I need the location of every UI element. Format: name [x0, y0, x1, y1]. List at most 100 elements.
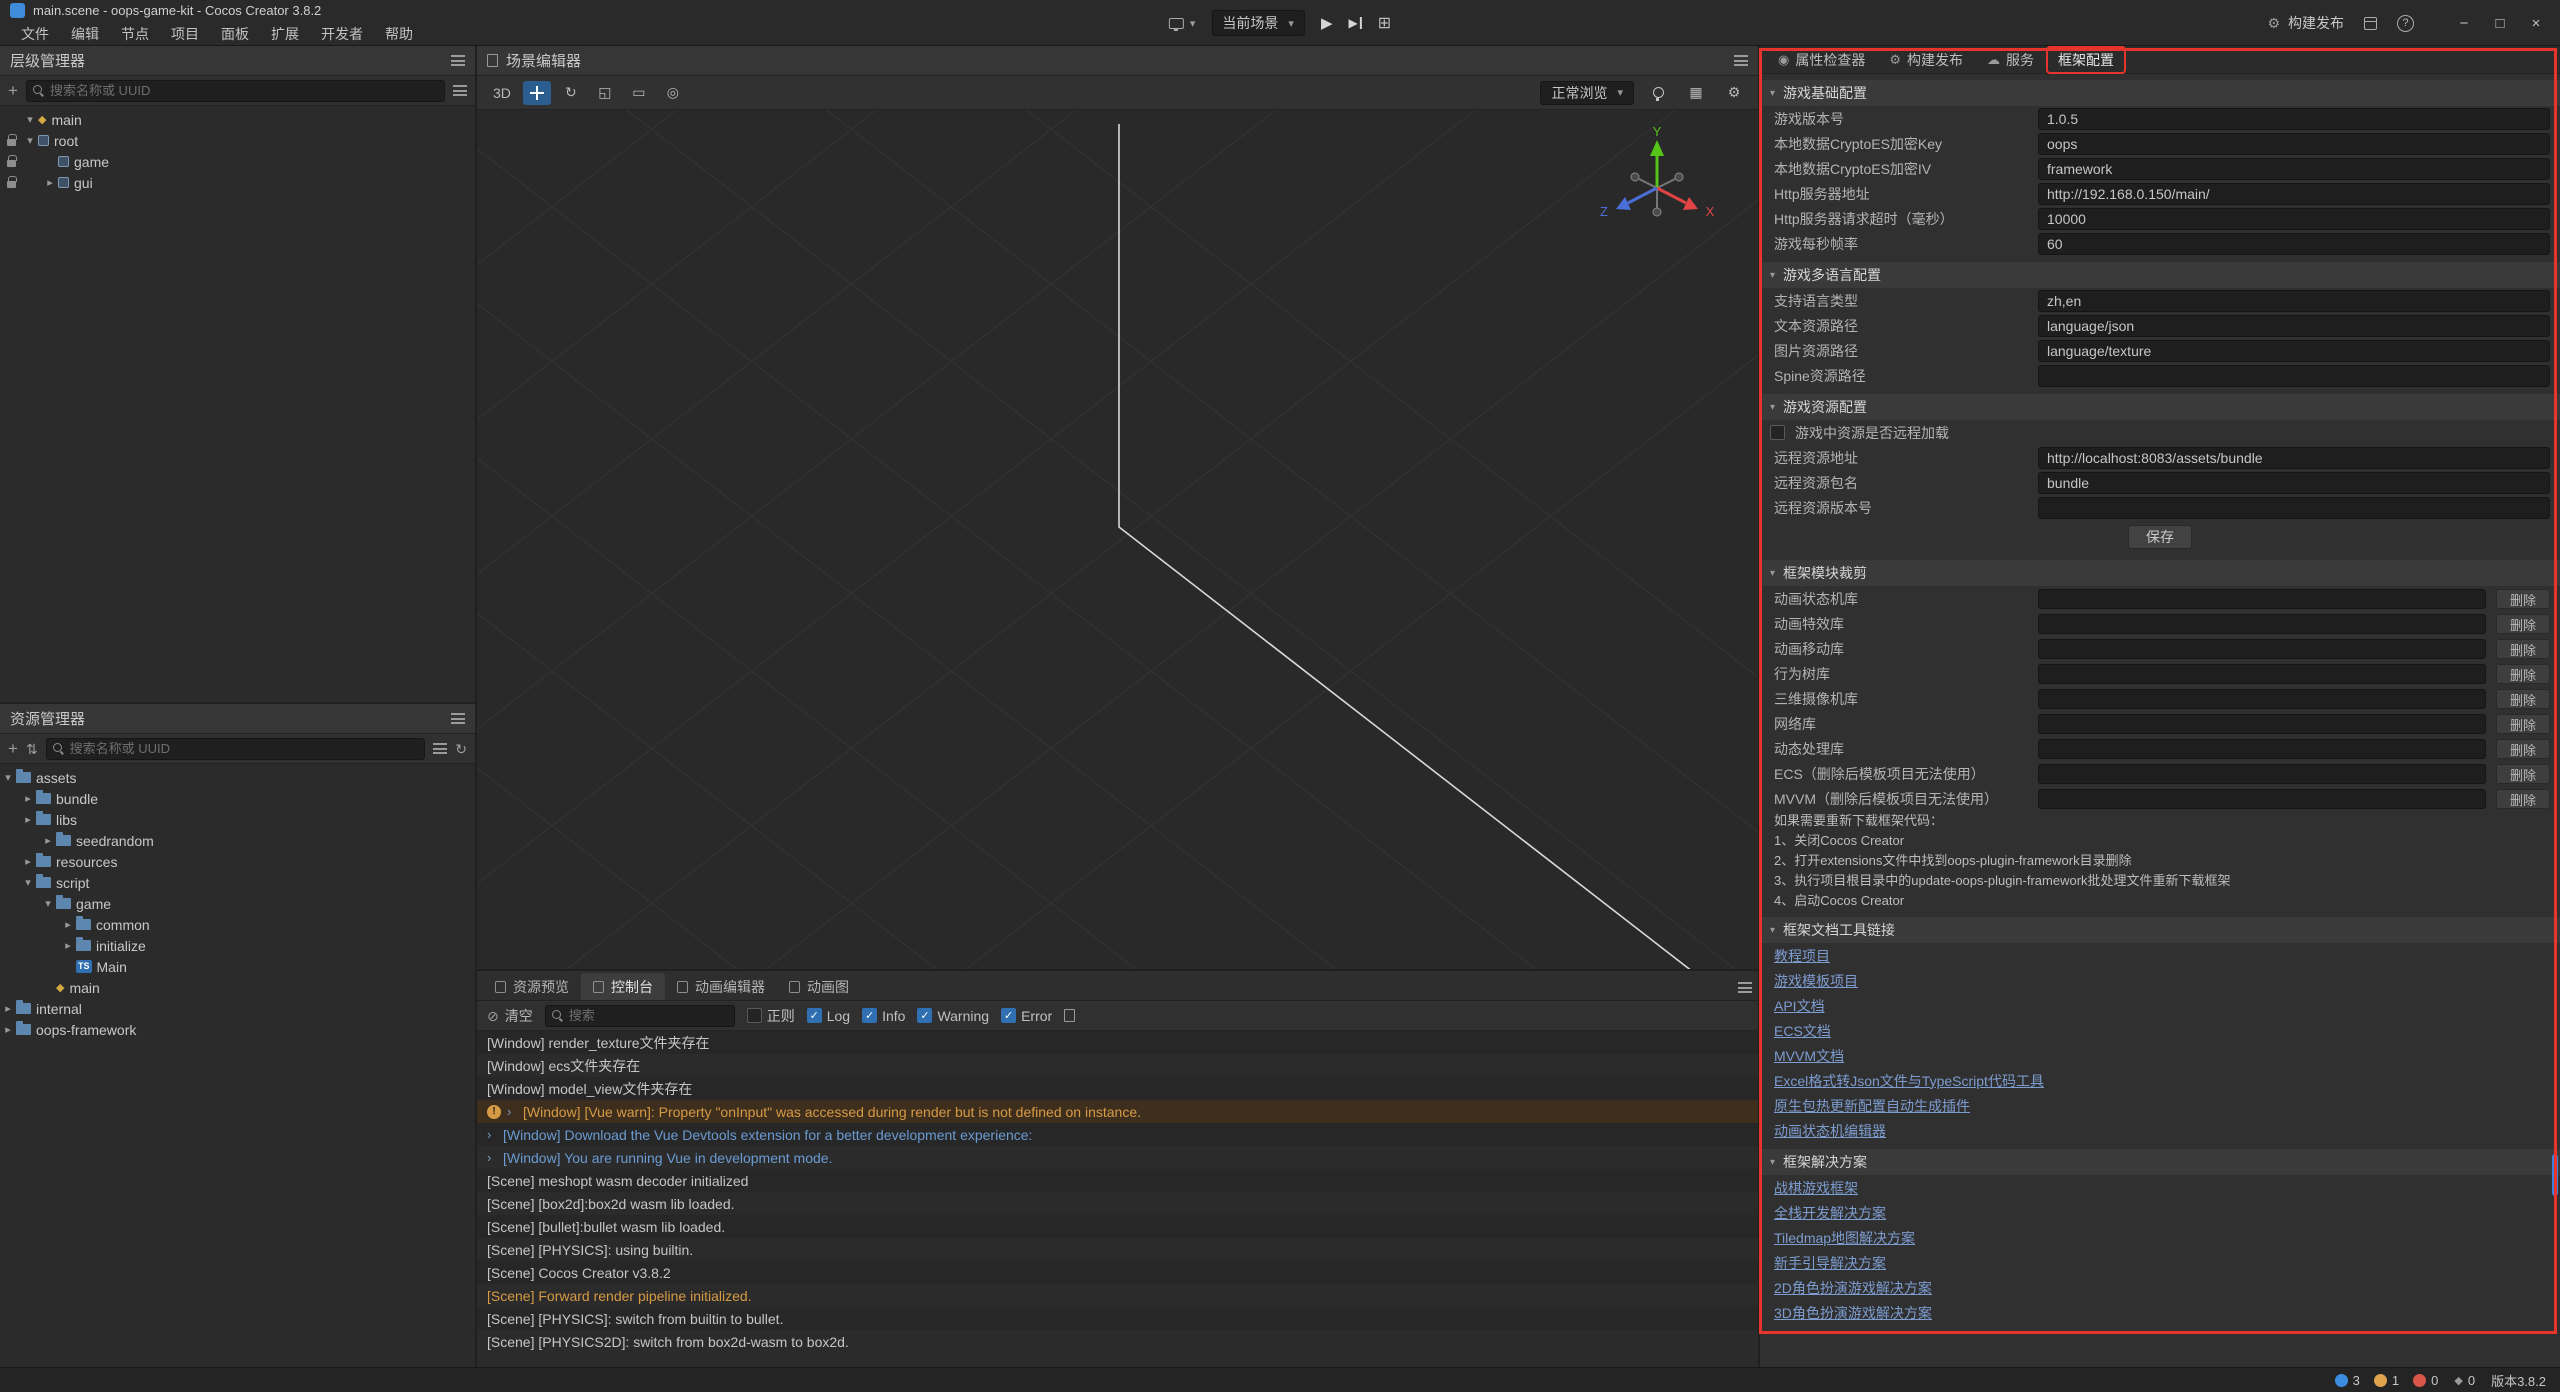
warning-count[interactable]: 1 [2374, 1373, 2399, 1388]
tree-row[interactable]: ▸gui [0, 172, 475, 193]
console-log-row[interactable]: [Window] model_view文件夹存在 [477, 1077, 1758, 1100]
scene-viewport[interactable]: Y X Z [477, 110, 1758, 969]
tree-row[interactable]: ▾root [0, 130, 475, 151]
tree-row[interactable]: TSMain [0, 956, 475, 977]
filter-checkbox[interactable]: ✓ [917, 1008, 932, 1023]
delete-module-button[interactable]: 删除 [2496, 589, 2550, 609]
tree-row[interactable]: ▸common [0, 914, 475, 935]
property-input[interactable] [2038, 158, 2550, 180]
hierarchy-search[interactable] [26, 80, 445, 102]
module-field[interactable] [2038, 789, 2486, 809]
assets-search[interactable] [46, 738, 426, 760]
chevron-right-icon[interactable]: ▸ [20, 813, 36, 826]
chevron-right-icon[interactable]: ▸ [0, 1002, 16, 1015]
tree-row[interactable]: ▸initialize [0, 935, 475, 956]
tree-row[interactable]: ▸resources [0, 851, 475, 872]
hierarchy-search-input[interactable] [50, 83, 438, 98]
minimize-button[interactable]: − [2448, 8, 2480, 38]
log-count[interactable]: 3 [2335, 1373, 2360, 1388]
download-counter[interactable]: ◆ 0 [2454, 1373, 2475, 1388]
play-button[interactable]: ▶ [1321, 14, 1333, 32]
current-scene-select[interactable]: 当前场景 ▾ [1211, 10, 1305, 36]
tree-row[interactable]: ▾assets [0, 767, 475, 788]
grid-toggle-button[interactable]: ▦ [1682, 81, 1710, 105]
chevron-right-icon[interactable]: ▸ [60, 939, 76, 952]
gizmo-space-button[interactable]: ◎ [659, 81, 687, 105]
doc-link[interactable]: 游戏模板项目 [1774, 971, 1858, 991]
console-log-row[interactable]: [Scene] [bullet]:bullet wasm lib loaded. [477, 1215, 1758, 1238]
property-input[interactable] [2038, 497, 2550, 519]
log-file-icon[interactable] [1064, 1009, 1075, 1022]
console-log-row[interactable]: [Scene] [PHYSICS2D]: switch from box2d-w… [477, 1330, 1758, 1353]
log-filter[interactable]: ✓Error [1001, 1008, 1052, 1024]
chevron-down-icon[interactable]: ▾ [0, 771, 16, 784]
mode-3d-button[interactable]: 3D [487, 81, 517, 105]
delete-module-button[interactable]: 删除 [2496, 739, 2550, 759]
delete-module-button[interactable]: 删除 [2496, 714, 2550, 734]
menu-item[interactable]: 节点 [110, 24, 160, 44]
console-tab[interactable]: 动画编辑器 [665, 973, 777, 1000]
regex-toggle[interactable]: 正则 [747, 1006, 795, 1026]
delete-module-button[interactable]: 删除 [2496, 664, 2550, 684]
doc-link[interactable]: 新手引导解决方案 [1774, 1253, 1886, 1273]
save-button[interactable]: 保存 [2128, 525, 2192, 549]
doc-link[interactable]: 原生包热更新配置自动生成插件 [1774, 1096, 1970, 1116]
rect-tool-button[interactable]: ▭ [625, 81, 653, 105]
property-input[interactable] [2038, 290, 2550, 312]
module-field[interactable] [2038, 764, 2486, 784]
menu-item[interactable]: 面板 [210, 24, 260, 44]
menu-item[interactable]: 编辑 [60, 24, 110, 44]
chevron-down-icon[interactable]: ▾ [20, 876, 36, 889]
menu-item[interactable]: 帮助 [374, 24, 424, 44]
log-filter[interactable]: ✓Warning [917, 1008, 989, 1024]
menu-item[interactable]: 文件 [10, 24, 60, 44]
doc-link[interactable]: 3D角色扮演游戏解决方案 [1774, 1303, 1932, 1323]
assets-search-input[interactable] [70, 741, 419, 756]
refresh-icon[interactable]: ↻ [455, 742, 467, 756]
close-button[interactable]: × [2520, 8, 2552, 38]
scene-settings-button[interactable]: ⚙ [1720, 81, 1748, 105]
scale-tool-button[interactable]: ◱ [591, 81, 619, 105]
property-input[interactable] [2038, 472, 2550, 494]
log-filter[interactable]: ✓Info [862, 1008, 905, 1024]
log-filter[interactable]: ✓Log [807, 1008, 850, 1024]
chevron-right-icon[interactable]: ▸ [42, 176, 58, 189]
console-log-row[interactable]: !›[Window] [Vue warn]: Property "onInput… [477, 1100, 1758, 1123]
filter-checkbox[interactable]: ✓ [1001, 1008, 1016, 1023]
console-log-row[interactable]: [Scene] meshopt wasm decoder initialized [477, 1169, 1758, 1192]
doc-link[interactable]: API文档 [1774, 996, 1825, 1016]
tree-row[interactable]: game [0, 151, 475, 172]
module-field[interactable] [2038, 739, 2486, 759]
property-input[interactable] [2038, 365, 2550, 387]
console-search[interactable] [545, 1005, 735, 1027]
menu-item[interactable]: 开发者 [310, 24, 374, 44]
sort-icon[interactable]: ⇅ [26, 742, 38, 756]
tree-row[interactable]: ▸internal [0, 998, 475, 1019]
property-input[interactable] [2038, 315, 2550, 337]
lighting-toggle-button[interactable] [1644, 81, 1672, 105]
module-field[interactable] [2038, 589, 2486, 609]
inspector-tab[interactable]: 框架配置 [2048, 48, 2124, 72]
property-input[interactable] [2038, 340, 2550, 362]
chevron-down-icon[interactable]: ▾ [22, 134, 38, 147]
menu-item[interactable]: 项目 [160, 24, 210, 44]
panel-menu-icon[interactable] [1734, 55, 1748, 66]
move-tool-button[interactable] [523, 81, 551, 105]
doc-link[interactable]: 全栈开发解决方案 [1774, 1203, 1886, 1223]
module-field[interactable] [2038, 714, 2486, 734]
section-header[interactable]: ▾游戏基础配置 [1760, 80, 2560, 106]
module-field[interactable] [2038, 689, 2486, 709]
chevron-down-icon[interactable]: ▾ [22, 113, 38, 126]
expand-caret-icon[interactable]: › [507, 1104, 517, 1119]
delete-module-button[interactable]: 删除 [2496, 689, 2550, 709]
inspector-tab[interactable]: ⚙构建发布 [1879, 48, 1973, 72]
view-mode-select[interactable]: 正常浏览 ▾ [1540, 81, 1634, 105]
section-header[interactable]: ▾框架模块裁剪 [1760, 560, 2560, 586]
doc-link[interactable]: ECS文档 [1774, 1021, 1831, 1041]
rotate-tool-button[interactable]: ↻ [557, 81, 585, 105]
chevron-right-icon[interactable]: ▸ [60, 918, 76, 931]
tree-row[interactable]: ▾script [0, 872, 475, 893]
console-tab[interactable]: 资源预览 [483, 973, 581, 1000]
help-icon[interactable]: ? [2397, 15, 2414, 32]
create-asset-button[interactable]: + [8, 740, 18, 757]
